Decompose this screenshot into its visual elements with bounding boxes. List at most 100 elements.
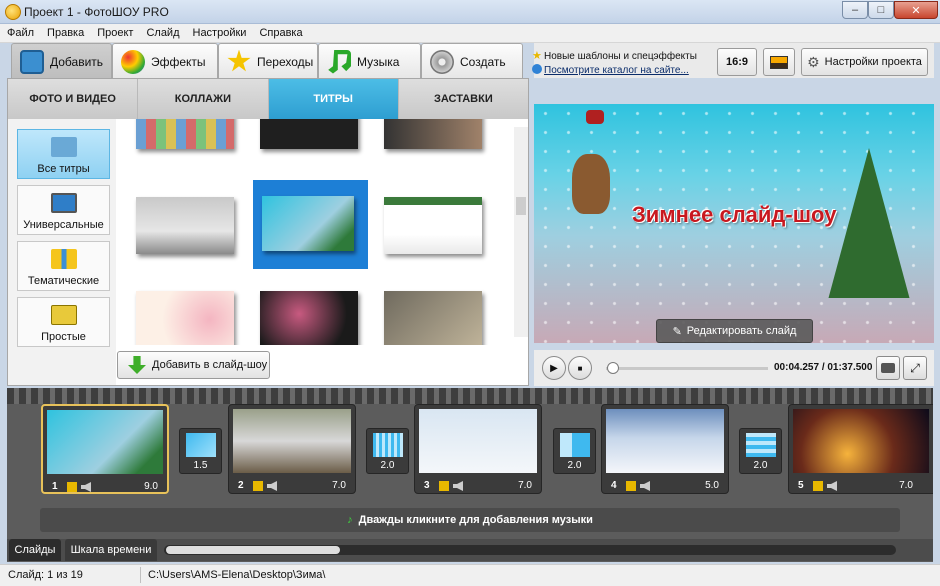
template-thumb-1[interactable] xyxy=(136,119,234,149)
template-thumb-5[interactable] xyxy=(262,196,354,251)
pencil-icon[interactable] xyxy=(813,481,823,491)
playback-slider-knob[interactable] xyxy=(607,362,620,374)
edit-slide-button[interactable]: ✎ Редактировать слайд xyxy=(656,319,813,343)
stop-button[interactable]: ■ xyxy=(568,356,592,380)
project-settings-button[interactable]: ⚙ Настройки проекта xyxy=(801,48,928,76)
content-panel: ФОТО И ВИДЕО КОЛЛАЖИ ТИТРЫ ЗАСТАВКИ Все … xyxy=(7,78,529,386)
storyboard-scrollbar[interactable] xyxy=(164,545,896,555)
edit-slide-label: Редактировать слайд xyxy=(686,325,797,337)
aspect-ratio-button[interactable]: 16:9 xyxy=(717,48,757,76)
pencil-icon[interactable] xyxy=(626,481,636,491)
tab-add[interactable]: Добавить xyxy=(11,43,112,79)
slide-thumbnail xyxy=(793,409,929,473)
close-button[interactable]: ✕ xyxy=(894,1,938,19)
menu-slide[interactable]: Слайд xyxy=(139,24,185,39)
maximize-button[interactable]: □ xyxy=(868,1,894,19)
slide-number: 3 xyxy=(424,480,430,491)
speaker-icon[interactable] xyxy=(453,481,463,491)
template-thumb-6[interactable] xyxy=(384,197,482,254)
snapshot-button[interactable] xyxy=(876,356,900,380)
title-templates-grid xyxy=(116,119,514,345)
slide-duration: 7.0 xyxy=(518,480,532,491)
transition-1[interactable]: 1.5 xyxy=(179,428,222,474)
speaker-icon[interactable] xyxy=(827,481,837,491)
fullscreen-icon: ⤢ xyxy=(910,360,920,375)
template-thumb-8[interactable] xyxy=(260,291,358,345)
monitor-icon xyxy=(50,193,77,213)
add-to-slideshow-button[interactable]: Добавить в слайд-шоу xyxy=(117,351,270,379)
transition-thumbnail xyxy=(560,433,590,457)
background-button[interactable] xyxy=(763,48,795,76)
slide-thumbnail xyxy=(606,409,724,473)
category-simple[interactable]: Простые xyxy=(17,297,110,347)
templates-scrollbar[interactable] xyxy=(514,127,528,337)
tab-effects[interactable]: Эффекты xyxy=(112,43,218,79)
slide-3[interactable]: 3 7.0 xyxy=(414,404,542,494)
play-button[interactable]: ▶ xyxy=(542,356,566,380)
scrollbar-thumb[interactable] xyxy=(166,546,340,554)
menu-settings[interactable]: Настройки xyxy=(186,24,253,39)
pencil-icon[interactable] xyxy=(253,481,263,491)
slide-number: 5 xyxy=(798,480,804,491)
playback-track[interactable] xyxy=(606,367,768,370)
speaker-icon[interactable] xyxy=(640,481,650,491)
speaker-icon[interactable] xyxy=(81,482,91,492)
tab-transitions-label: Переходы xyxy=(257,54,314,69)
tab-timeline[interactable]: Шкала времени xyxy=(65,539,157,561)
speaker-icon[interactable] xyxy=(267,481,277,491)
template-thumb-3[interactable] xyxy=(384,119,482,149)
stop-icon: ■ xyxy=(577,363,583,373)
menu-help[interactable]: Справка xyxy=(252,24,308,39)
slide-4[interactable]: 4 5.0 xyxy=(601,404,729,494)
tab-transitions[interactable]: Переходы xyxy=(218,43,318,79)
tab-music[interactable]: Музыка xyxy=(318,43,421,79)
minimize-button[interactable]: – xyxy=(842,1,868,19)
title-bar: Проект 1 - ФотоШОУ PRO – □ ✕ xyxy=(0,0,940,24)
tab-music-label: Музыка xyxy=(357,54,400,69)
tab-create-label: Создать xyxy=(460,54,506,69)
scrollbar-thumb[interactable] xyxy=(516,197,526,215)
view-tabs: Слайды Шкала времени xyxy=(7,539,933,561)
category-universal[interactable]: Универсальные xyxy=(17,185,110,235)
subtab-collages[interactable]: КОЛЛАЖИ xyxy=(138,79,269,119)
subtab-photo-video[interactable]: ФОТО И ВИДЕО xyxy=(8,79,139,119)
template-thumb-9[interactable] xyxy=(384,291,482,345)
transition-3[interactable]: 2.0 xyxy=(553,428,596,474)
slide-2[interactable]: 2 7.0 xyxy=(228,404,356,494)
subtab-titles[interactable]: ТИТРЫ xyxy=(268,79,399,119)
transition-duration: 2.0 xyxy=(567,460,582,471)
category-thematic[interactable]: Тематические xyxy=(17,241,110,291)
slide-thumbnail xyxy=(419,409,537,473)
slide-1[interactable]: 1 9.0 xyxy=(41,404,169,494)
pencil-icon[interactable] xyxy=(67,482,77,492)
template-thumb-2[interactable] xyxy=(260,119,358,149)
subtab-intros[interactable]: ЗАСТАВКИ xyxy=(399,79,528,119)
transition-2[interactable]: 2.0 xyxy=(366,428,409,474)
catalog-link[interactable]: Посмотрите каталог на сайте... xyxy=(544,65,689,76)
tab-create[interactable]: Создать xyxy=(421,43,523,79)
menu-edit[interactable]: Правка xyxy=(40,24,90,39)
tab-slides[interactable]: Слайды xyxy=(9,539,61,561)
film-strip-edge xyxy=(7,388,933,404)
add-music-bar[interactable]: ♪ Дважды кликните для добавления музыки xyxy=(40,508,900,532)
slide-5[interactable]: 5 7.0 xyxy=(788,404,933,494)
menu-file[interactable]: Файл xyxy=(0,24,40,39)
category-all-titles[interactable]: Все титры xyxy=(17,129,110,179)
menu-bar: Файл Правка Проект Слайд Настройки Справка xyxy=(0,24,940,43)
music-note-icon: ♪ xyxy=(347,514,353,526)
storyboard: 1 9.0 1.5 2 7.0 2.0 3 7.0 2.0 4 5.0 2.0 … xyxy=(7,388,933,562)
template-thumb-7[interactable] xyxy=(136,291,234,345)
image-icon xyxy=(770,55,788,69)
menu-project[interactable]: Проект xyxy=(90,24,139,39)
fullscreen-button[interactable]: ⤢ xyxy=(903,356,927,380)
transition-4[interactable]: 2.0 xyxy=(739,428,782,474)
star-icon: ★ xyxy=(532,50,542,62)
category-label: Простые xyxy=(41,331,86,343)
play-icon: ▶ xyxy=(550,362,558,374)
template-thumb-4[interactable] xyxy=(136,197,234,254)
sub-tabs: ФОТО И ВИДЕО КОЛЛАЖИ ТИТРЫ ЗАСТАВКИ xyxy=(8,79,528,119)
music-note-icon xyxy=(328,49,351,74)
category-label: Тематические xyxy=(27,275,100,287)
window-title: Проект 1 - ФотоШОУ PRO xyxy=(24,5,169,19)
pencil-icon[interactable] xyxy=(439,481,449,491)
